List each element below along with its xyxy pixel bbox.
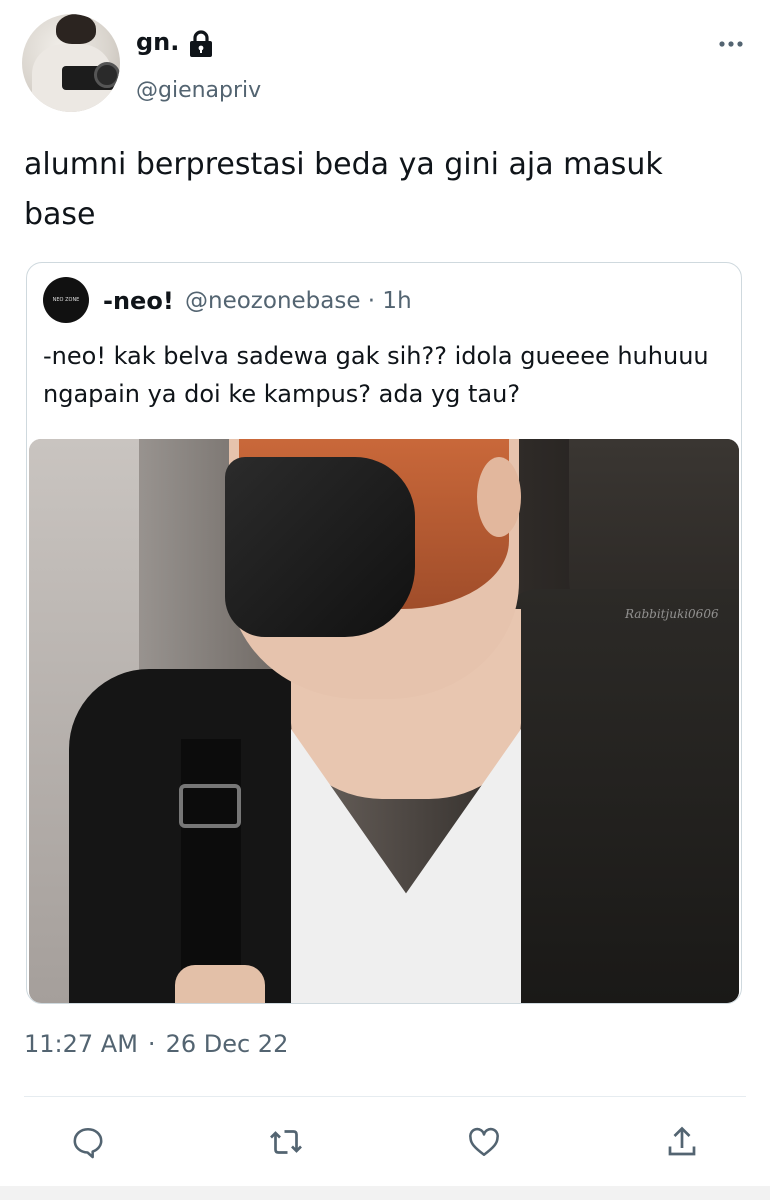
reply-button[interactable] — [70, 1124, 106, 1160]
quoted-author-avatar[interactable]: NEO ZONE — [43, 277, 89, 323]
share-button[interactable] — [664, 1124, 700, 1160]
tweet: gn. @gienapriv alumni berprestasi beda y… — [0, 0, 770, 1200]
tweet-time[interactable]: 11:27 AM — [24, 1030, 138, 1058]
divider — [24, 1096, 746, 1097]
tweet-text: alumni berprestasi beda ya gini aja masu… — [24, 147, 663, 232]
tweet-date[interactable]: 26 Dec 22 — [166, 1030, 289, 1058]
author-name[interactable]: gn. — [136, 28, 179, 56]
more-options-icon[interactable] — [718, 34, 744, 54]
quoted-tweet[interactable]: NEO ZONE -neo! @neozonebase · 1h -neo! k… — [26, 262, 742, 1004]
bottom-bar — [0, 1186, 770, 1200]
retweet-icon — [270, 1130, 302, 1154]
quoted-author-handle: @neozonebase · 1h — [185, 288, 412, 314]
neo-zone-logo: NEO ZONE — [52, 297, 80, 303]
quoted-tweet-text: -neo! kak belva sadewa gak sih?? idola g… — [43, 342, 709, 408]
reply-icon — [73, 1127, 103, 1159]
like-button[interactable] — [466, 1124, 502, 1160]
tweet-metadata: 11:27 AM · 26 Dec 22 — [24, 1030, 288, 1058]
quoted-tweet-image[interactable]: Rabbitjuki0606 — [29, 439, 739, 1003]
share-icon — [668, 1126, 696, 1156]
author-handle[interactable]: @gienapriv — [136, 78, 261, 103]
image-watermark: Rabbitjuki0606 — [625, 607, 719, 621]
author-avatar[interactable] — [22, 14, 120, 112]
quoted-author-name: -neo! — [103, 287, 174, 315]
like-icon — [469, 1127, 499, 1157]
lock-icon — [190, 30, 212, 57]
meta-separator: · — [147, 1030, 156, 1058]
retweet-button[interactable] — [268, 1124, 304, 1160]
